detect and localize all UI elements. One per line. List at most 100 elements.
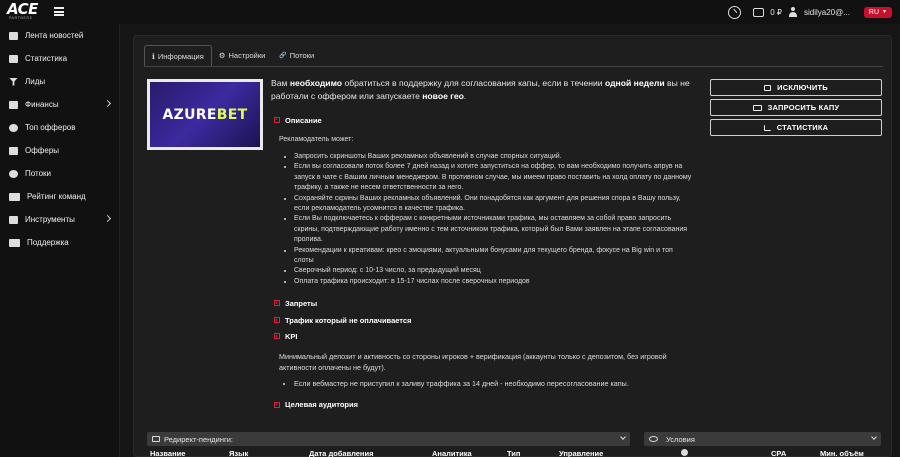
chevron-down-icon: ▼ [882, 9, 887, 15]
sidebar-item-news[interactable]: Лента новостей [0, 24, 119, 47]
sidebar-item-tools[interactable]: Инструменты [0, 208, 119, 231]
column-header[interactable]: CPA [771, 449, 786, 457]
list-item: Сверочный период: с 10-13 число, за пред… [294, 266, 694, 276]
collapse-icon [274, 300, 280, 307]
sidebar-item-label: Лиды [25, 77, 46, 86]
section-unpaid-traffic-header[interactable]: Трафик который не оплачивается [274, 314, 694, 326]
tabs-divider [144, 66, 883, 67]
collapse-icon [274, 333, 280, 340]
link-icon: 🔗 [279, 53, 287, 59]
list-item: Рекомендации к креативам: крео с эмоциям… [294, 246, 694, 267]
section-kpi-header[interactable]: KPI [274, 330, 694, 342]
redirect-pending-filter[interactable]: Редирект-пендинги: [147, 432, 630, 446]
request-cap-button[interactable]: ЗАПРОСИТЬ КАПУ [710, 99, 882, 116]
list-item: Оплата трафика происходит: в 15-17 числа… [294, 277, 694, 287]
sidebar-item-label: Финансы [25, 100, 59, 109]
tab-label: Потоки [289, 51, 315, 60]
wallet-icon[interactable] [753, 7, 765, 17]
tools-icon [9, 215, 18, 224]
eye-icon [649, 436, 658, 442]
tab-settings[interactable]: ⚙ Настройки [212, 45, 273, 66]
sidebar: Лента новостей Статистика Лиды Финансы Т… [0, 24, 120, 457]
kpi-list: Если вебмастер не приступил к заливу тра… [274, 379, 694, 389]
offer-description: Описание Рекламодатель может: Запросить … [274, 114, 694, 411]
banner-brand: AZURE [162, 106, 217, 123]
list-item: Если вы согласовали поток более 7 дней н… [294, 162, 694, 193]
sidebar-item-support[interactable]: Поддержка [0, 231, 119, 254]
sidebar-item-team-rating[interactable]: Рейтинг команд [0, 185, 119, 208]
filter-icon [9, 77, 18, 86]
username[interactable]: sidilya20@... [804, 8, 850, 17]
tab-label: Настройки [228, 51, 266, 60]
user-icon[interactable] [788, 7, 798, 17]
chevron-right-icon [103, 99, 112, 108]
column-header[interactable]: Управление [559, 449, 603, 457]
chart-icon [9, 54, 18, 63]
column-header[interactable]: Тип [507, 449, 520, 457]
offer-banner: AZURE BET [147, 79, 263, 150]
menu-toggle-icon[interactable] [54, 7, 64, 16]
sidebar-item-finance[interactable]: Финансы [0, 93, 119, 116]
kpi-text: Минимальный депозит и активность со стор… [279, 352, 667, 373]
sidebar-item-label: Топ офферов [25, 123, 76, 132]
money-icon [9, 100, 18, 109]
offer-icon [9, 146, 18, 155]
statistics-button[interactable]: СТАТИСТИКА [710, 119, 882, 136]
description-list: Запросить скриншоты Ваших рекламных объя… [274, 152, 694, 287]
chevron-right-icon [103, 214, 112, 223]
sidebar-item-offers[interactable]: Офферы [0, 139, 119, 162]
sidebar-item-leads[interactable]: Лиды [0, 70, 119, 93]
sliders-icon: ⚙ [218, 51, 226, 60]
sidebar-item-label: Рейтинг команд [27, 192, 86, 201]
banner-brand-accent: BET [216, 106, 248, 123]
sidebar-item-label: Лента новостей [25, 31, 84, 40]
column-header[interactable]: Дата добавления [309, 449, 373, 457]
list-item: Сохраняйте скрины Ваших рекламных объявл… [294, 194, 694, 215]
cap-notice: Вам необходимо обратиться в поддержку дл… [271, 78, 690, 101]
chevron-down-icon [620, 434, 626, 440]
collapse-icon [274, 317, 280, 324]
calendar-icon [152, 436, 160, 442]
column-header[interactable]: Аналитика [432, 449, 472, 457]
column-header[interactable]: Язык [229, 449, 248, 457]
table-header: Название Язык Дата добавления Аналитика … [134, 448, 891, 457]
section-bans-header[interactable]: Запреты [274, 297, 694, 309]
list-item: Запросить скриншоты Ваших рекламных объя… [294, 152, 694, 162]
list-item: Если Вы подключаетесь к офферам с конкре… [294, 214, 694, 245]
sidebar-item-label: Потоки [25, 169, 52, 178]
column-header[interactable]: Название [150, 449, 185, 457]
offer-panel: ℹ Информация ⚙ Настройки 🔗 Потоки AZURE BET … [133, 35, 892, 457]
sidebar-item-flows[interactable]: Потоки [0, 162, 119, 185]
list-item: Если вебмастер не приступил к заливу тра… [294, 379, 694, 389]
exclude-button[interactable]: ИСКЛЮЧИТЬ [710, 79, 882, 96]
chevron-down-icon [871, 434, 877, 440]
balance: 0 ₽ [770, 7, 782, 17]
collapse-icon [274, 401, 280, 408]
conditions-filter[interactable]: Условия [644, 432, 881, 446]
sidebar-item-label: Поддержка [27, 238, 69, 247]
section-audience-header[interactable]: Целевая аудитория [274, 399, 694, 411]
header-actions: 0 ₽ sidilya20@... RU ▼ [728, 4, 892, 20]
sidebar-item-top-offers[interactable]: Топ офферов [0, 116, 119, 139]
medal-icon [9, 123, 18, 132]
trash-icon [764, 84, 772, 91]
description-intro: Рекламодатель может: [279, 136, 354, 143]
tab-info[interactable]: ℹ Информация [144, 45, 212, 66]
section-description-header[interactable]: Описание [274, 114, 694, 126]
filter-label: Условия [666, 434, 695, 444]
link-icon [9, 169, 18, 178]
sidebar-item-label: Инструменты [25, 215, 75, 224]
chart-icon [763, 124, 771, 131]
top-bar: ACE PARTNERS 0 ₽ sidilya20@... RU ▼ [0, 0, 900, 24]
column-header[interactable]: Мин. объём [820, 449, 864, 457]
sidebar-item-statistics[interactable]: Статистика [0, 47, 119, 70]
language-label: RU [868, 8, 880, 16]
notifications-off-icon[interactable] [728, 5, 742, 19]
filter-label: Редирект-пендинги: [164, 434, 233, 444]
support-icon [9, 238, 20, 247]
tab-label: Информация [157, 51, 204, 61]
language-selector[interactable]: RU ▼ [863, 6, 892, 18]
logo[interactable]: ACE PARTNERS [7, 2, 47, 21]
logo-subtitle: PARTNERS [9, 16, 33, 20]
tab-flows[interactable]: 🔗 Потоки [272, 45, 321, 66]
